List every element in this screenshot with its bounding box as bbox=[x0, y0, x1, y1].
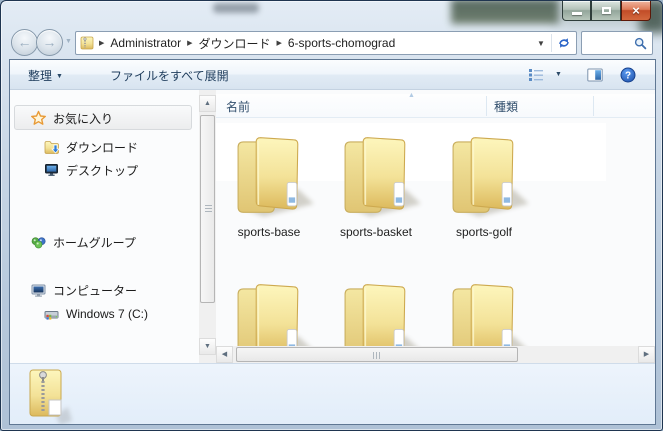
folder-icon bbox=[436, 127, 532, 223]
scroll-left-button[interactable]: ◀ bbox=[216, 346, 233, 363]
column-header-row: 名前 ▲ 種類 bbox=[216, 94, 655, 118]
close-icon: × bbox=[622, 1, 650, 20]
folder-icon bbox=[221, 127, 317, 223]
sidebar-item-computer[interactable]: コンピューター bbox=[30, 279, 137, 301]
file-list-pane: 名前 ▲ 種類 sports-base sports-basket sports bbox=[216, 90, 655, 363]
chevron-down-icon: ▼ bbox=[56, 73, 63, 80]
forward-arrow-icon: → bbox=[37, 30, 62, 55]
maximize-button[interactable] bbox=[591, 1, 621, 21]
back-button[interactable]: ← bbox=[11, 29, 38, 56]
breadcrumb-segment[interactable]: Administrator bbox=[109, 36, 182, 50]
scroll-down-button[interactable]: ▼ bbox=[199, 338, 216, 355]
title-bar[interactable]: × bbox=[1, 1, 662, 27]
zip-folder-icon bbox=[80, 35, 94, 51]
folder-item[interactable]: sports-base bbox=[219, 127, 319, 239]
minimize-button[interactable] bbox=[562, 1, 591, 21]
address-bar[interactable]: ▶ Administrator ▶ ダウンロード ▶ 6-sports-chom… bbox=[75, 31, 577, 55]
minimize-icon bbox=[572, 12, 582, 15]
desktop-icon bbox=[43, 162, 60, 178]
breadcrumb-arrow-icon: ▶ bbox=[94, 39, 109, 47]
folder-label: sports-golf bbox=[434, 225, 534, 239]
sort-ascending-icon: ▲ bbox=[408, 92, 415, 99]
sidebar-item-downloads[interactable]: ダウンロード bbox=[43, 136, 138, 158]
sidebar-item-desktop[interactable]: デスクトップ bbox=[43, 159, 138, 181]
sidebar-item-label: ダウンロード bbox=[66, 139, 138, 156]
main-area: お気に入り ダウンロード デスクトップ ホームグループ コンピューター bbox=[10, 90, 655, 363]
forward-button[interactable]: → bbox=[36, 29, 63, 56]
horizontal-scrollbar[interactable]: ◀ ▶ bbox=[216, 346, 655, 363]
scrollbar-grip bbox=[373, 352, 381, 359]
maximize-icon bbox=[602, 7, 611, 14]
explorer-window: × ← → ▼ ▶ Administrator ▶ ダウンロード ▶ 6-spo… bbox=[0, 0, 663, 431]
drive-icon bbox=[43, 306, 60, 322]
folder-icon bbox=[328, 127, 424, 223]
scrollbar-thumb[interactable] bbox=[200, 115, 215, 303]
organize-menu-button[interactable]: 整理▼ bbox=[28, 67, 63, 84]
folder-label: sports-base bbox=[219, 225, 319, 239]
homegroup-icon bbox=[30, 234, 47, 250]
folder-item[interactable]: sports-basket bbox=[326, 127, 426, 239]
breadcrumb-arrow-icon: ▶ bbox=[271, 39, 286, 47]
zip-folder-icon bbox=[24, 367, 76, 425]
titlebar-blur-artifact bbox=[213, 3, 259, 13]
breadcrumb-arrow-icon: ▶ bbox=[182, 39, 197, 47]
scrollbar-grip bbox=[205, 205, 212, 213]
breadcrumb-segment[interactable]: 6-sports-chomograd bbox=[287, 36, 396, 50]
refresh-icon bbox=[557, 36, 571, 50]
column-divider[interactable] bbox=[486, 96, 487, 116]
scroll-up-button[interactable]: ▲ bbox=[199, 95, 216, 112]
client-area: 整理▼ ファイルをすべて展開 ▼ お気に入り ダウンロード bbox=[9, 59, 656, 425]
window-controls: × bbox=[562, 1, 651, 21]
recent-pages-chevron-icon[interactable]: ▼ bbox=[65, 38, 72, 45]
sidebar-item-windows-drive[interactable]: Windows 7 (C:) bbox=[43, 303, 148, 325]
sidebar-item-label: ホームグループ bbox=[53, 234, 136, 251]
scroll-right-button[interactable]: ▶ bbox=[638, 346, 655, 363]
help-icon[interactable] bbox=[620, 67, 636, 83]
navigation-pane: お気に入り ダウンロード デスクトップ ホームグループ コンピューター bbox=[10, 90, 199, 363]
column-header-type[interactable]: 種類 bbox=[494, 98, 518, 115]
sidebar-scrollbar[interactable]: ▲ ▼ bbox=[199, 90, 216, 363]
scrollbar-thumb[interactable] bbox=[236, 347, 518, 362]
views-chevron-icon[interactable]: ▼ bbox=[555, 71, 562, 78]
sidebar-item-label: お気に入り bbox=[53, 110, 113, 127]
breadcrumb-segment[interactable]: ダウンロード bbox=[197, 35, 271, 52]
downloads-folder-icon bbox=[43, 139, 60, 155]
close-button[interactable]: × bbox=[621, 1, 651, 21]
sidebar-item-favorites[interactable]: お気に入り bbox=[30, 107, 113, 129]
search-input[interactable] bbox=[581, 31, 653, 55]
search-icon bbox=[634, 37, 647, 50]
back-arrow-icon: ← bbox=[12, 30, 37, 55]
sidebar-item-label: デスクトップ bbox=[66, 162, 138, 179]
details-pane bbox=[10, 363, 655, 424]
address-dropdown-icon[interactable]: ▼ bbox=[531, 39, 551, 48]
folder-item[interactable]: sports-golf bbox=[434, 127, 534, 239]
navigation-bar: ← → ▼ ▶ Administrator ▶ ダウンロード ▶ 6-sport… bbox=[1, 27, 662, 59]
command-toolbar: 整理▼ ファイルをすべて展開 ▼ bbox=[10, 60, 655, 90]
folder-label: sports-basket bbox=[326, 225, 426, 239]
sidebar-item-label: コンピューター bbox=[53, 282, 137, 299]
star-icon bbox=[30, 110, 47, 126]
sidebar-item-homegroup[interactable]: ホームグループ bbox=[30, 231, 136, 253]
column-divider[interactable] bbox=[593, 96, 594, 116]
extract-all-button[interactable]: ファイルをすべて展開 bbox=[110, 67, 229, 84]
titlebar-blur-artifact bbox=[451, 0, 559, 24]
column-header-name[interactable]: 名前 bbox=[226, 98, 250, 115]
refresh-button[interactable] bbox=[552, 36, 576, 50]
views-icon[interactable] bbox=[528, 67, 544, 83]
preview-pane-icon[interactable] bbox=[587, 67, 603, 83]
sidebar-item-label: Windows 7 (C:) bbox=[66, 307, 148, 321]
computer-icon bbox=[30, 282, 47, 298]
